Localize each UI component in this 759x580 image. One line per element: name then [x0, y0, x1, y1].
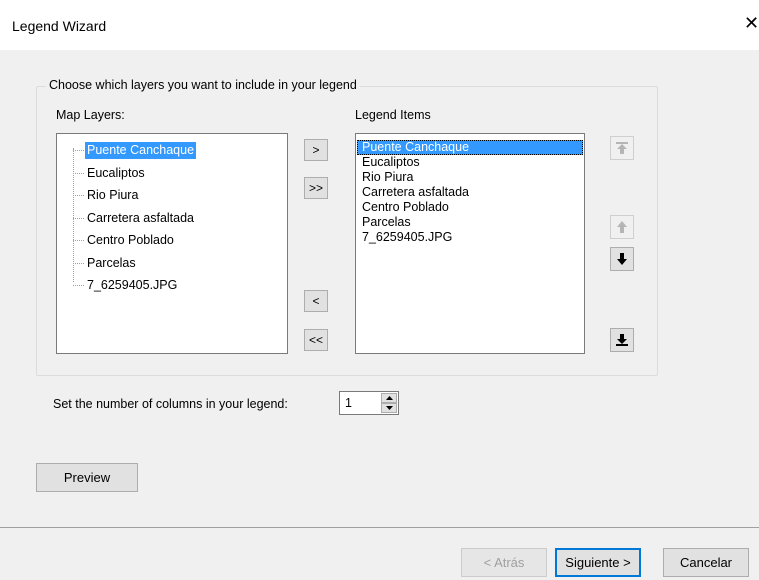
spinner-down-icon[interactable]	[381, 403, 397, 413]
legend-item[interactable]: Centro Poblado	[357, 200, 583, 215]
map-layer-label: Puente Canchaque	[85, 142, 197, 159]
move-up-icon	[617, 221, 627, 233]
columns-value[interactable]: 1	[345, 396, 352, 410]
legend-item[interactable]: Eucaliptos	[357, 155, 583, 170]
map-layer-label: Parcelas	[87, 255, 136, 270]
map-layer-label: Eucaliptos	[87, 165, 145, 180]
move-to-top-button[interactable]	[610, 136, 634, 160]
legend-item[interactable]: Puente Canchaque	[357, 140, 583, 155]
map-layer-label: Centro Poblado	[87, 233, 174, 247]
spinner-up-icon[interactable]	[381, 393, 397, 403]
cancel-button[interactable]: Cancelar	[663, 548, 749, 577]
map-layers-label: Map Layers:	[56, 108, 125, 122]
move-to-bottom-icon	[616, 334, 628, 346]
columns-spinner[interactable]: 1	[339, 391, 399, 415]
legend-item[interactable]: 7_6259405.JPG	[357, 230, 583, 245]
move-up-button[interactable]	[610, 215, 634, 239]
legend-item[interactable]: Rio Piura	[357, 170, 583, 185]
map-layer-label: 7_6259405.JPG	[87, 278, 178, 292]
columns-label: Set the number of columns in your legend…	[53, 397, 288, 411]
footer-divider	[0, 527, 759, 528]
tree-branch	[73, 262, 84, 264]
tree-branch	[73, 217, 84, 219]
legend-items-label: Legend Items	[355, 108, 431, 122]
back-button[interactable]: < Atrás	[461, 548, 547, 577]
window-title: Legend Wizard	[12, 18, 107, 34]
tree-branch	[73, 195, 84, 196]
add-all-layers-button[interactable]: >>	[304, 177, 328, 199]
tree-branch	[73, 240, 84, 241]
close-icon[interactable]: ✕	[744, 14, 759, 32]
add-layer-button[interactable]: >	[304, 139, 328, 161]
legend-items-list[interactable]: Puente Canchaque Eucaliptos Rio Piura Carre…	[355, 133, 585, 354]
tree-branch	[73, 150, 84, 151]
tree-branch	[73, 172, 84, 174]
group-legend: Choose which layers you want to include …	[46, 78, 360, 92]
next-button[interactable]: Siguiente >	[555, 548, 641, 577]
move-to-top-icon	[616, 142, 628, 154]
move-to-bottom-button[interactable]	[610, 328, 634, 352]
move-down-icon	[617, 253, 627, 265]
map-layers-list[interactable]: Puente Canchaque Eucaliptos Rio Piura Carre…	[56, 133, 288, 354]
preview-button[interactable]: Preview	[36, 463, 138, 492]
move-down-button[interactable]	[610, 247, 634, 271]
remove-layer-button[interactable]: <	[304, 290, 328, 312]
map-layer-label: Carretera asfaltada	[87, 210, 195, 225]
legend-item[interactable]: Parcelas	[357, 215, 583, 230]
legend-item[interactable]: Carretera asfaltada	[357, 185, 583, 200]
tree-branch	[73, 285, 84, 286]
map-layer-label: Rio Piura	[87, 188, 139, 202]
title-bar: Legend Wizard ✕	[0, 0, 759, 50]
remove-all-layers-button[interactable]: <<	[304, 329, 328, 351]
